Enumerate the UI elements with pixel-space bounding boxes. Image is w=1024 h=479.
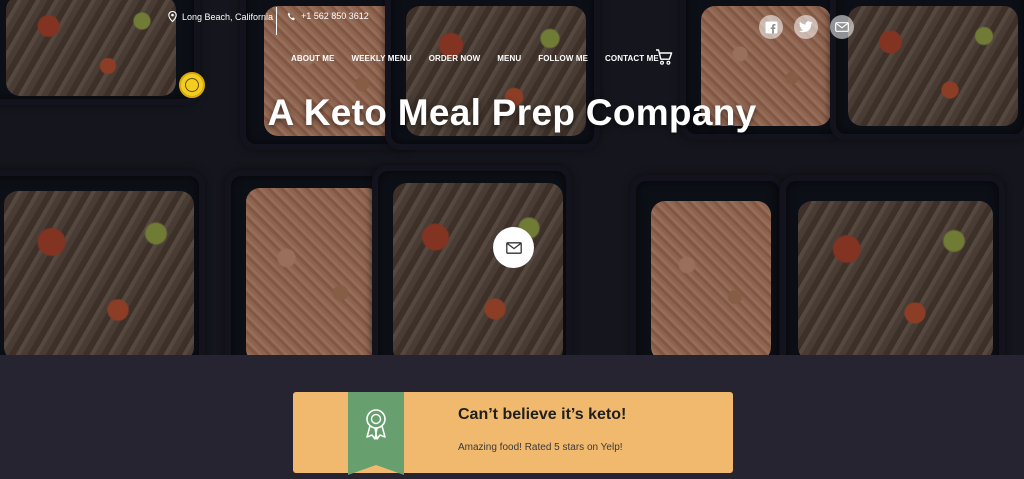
topbar-divider [276, 7, 277, 35]
nav-about-me[interactable]: ABOUT ME [291, 54, 334, 63]
phone-info[interactable]: +1 562 850 3612 [287, 11, 369, 21]
review-title: Can’t believe it’s keto! [458, 406, 627, 423]
nav-weekly-menu[interactable]: WEEKLY MENU [351, 54, 411, 63]
phone-number: +1 562 850 3612 [301, 11, 369, 21]
email-button[interactable] [830, 15, 854, 39]
facebook-icon [765, 21, 777, 33]
location-text: Long Beach, California [182, 11, 274, 22]
contact-mail-button[interactable] [493, 227, 534, 268]
review-text: Amazing food! Rated 5 stars on Yelp! [458, 442, 623, 453]
location-pin-icon [168, 11, 177, 22]
nav-follow-me[interactable]: FOLLOW ME [538, 54, 588, 63]
phone-icon [287, 12, 295, 20]
award-badge-icon [366, 409, 386, 440]
nav-order-now[interactable]: ORDER NOW [429, 54, 481, 63]
hero-section: Long Beach, California +1 562 850 3612 A… [0, 0, 1024, 355]
envelope-icon [505, 241, 522, 254]
review-card: Can’t believe it’s keto! Amazing food! R… [293, 392, 733, 475]
twitter-icon [799, 21, 813, 33]
reviews-section: Can’t believe it’s keto! Amazing food! R… [0, 355, 1024, 479]
top-info-bar: Long Beach, California +1 562 850 3612 [0, 7, 1024, 39]
twitter-button[interactable] [794, 15, 818, 39]
nav-menu[interactable]: MENU [497, 54, 521, 63]
nav-contact-me[interactable]: CONTACT ME [605, 54, 659, 63]
location-info: Long Beach, California [168, 11, 273, 22]
award-ribbon [348, 392, 404, 475]
logo-emblem [185, 78, 199, 92]
hero-title: A Keto Meal Prep Company [267, 92, 757, 133]
cart-icon[interactable] [655, 48, 673, 66]
mail-icon [835, 22, 849, 32]
facebook-button[interactable] [759, 15, 783, 39]
main-nav: ABOUT ME WEEKLY MENU ORDER NOW MENU FOLL… [291, 52, 676, 64]
